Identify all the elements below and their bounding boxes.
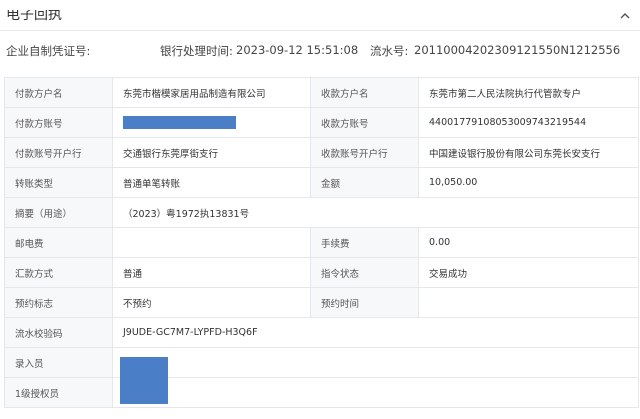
transfer-type-label: 转账类型 bbox=[4, 167, 113, 198]
table-row: 预约标志 不预约 预约时间 bbox=[4, 287, 639, 318]
panel-header[interactable]: 电子回执 bbox=[0, 0, 640, 31]
table-row: 汇款方式 普通 指令状态 交易成功 bbox=[4, 257, 639, 288]
table-row: 转账类型 普通单笔转账 金额 10,050.00 bbox=[4, 167, 639, 198]
payee-account-label: 收款方账号 bbox=[310, 107, 419, 138]
table-row: 付款方户名 东莞市楷模家居用品制造有限公司 收款方户名 东莞市第二人民法院执行代… bbox=[4, 77, 639, 108]
remit-method-label: 汇款方式 bbox=[4, 257, 113, 288]
redaction-block bbox=[123, 116, 236, 129]
amount-label: 金额 bbox=[310, 167, 419, 198]
level1-authorizer-label: 1级授权员 bbox=[4, 377, 113, 408]
table-row: 流水校验码 J9UDE-GC7M7-LYPFD-H3Q6F bbox=[4, 317, 639, 348]
postage-fee-value bbox=[112, 227, 311, 258]
panel-title: 电子回执 bbox=[6, 7, 62, 23]
reservation-time-label: 预约时间 bbox=[310, 287, 419, 318]
reservation-flag-value: 不预约 bbox=[112, 287, 311, 318]
electronic-receipt-panel: 电子回执 企业自制凭证号: 银行处理时间: 2023-09-12 15:51:0… bbox=[0, 0, 640, 419]
table-row: 付款方账号 收款方账号 44001779108053009743219544 bbox=[4, 107, 639, 138]
payer-account-value bbox=[112, 107, 311, 138]
table-row: 录入员 bbox=[4, 347, 639, 378]
postage-fee-label: 邮电费 bbox=[4, 227, 113, 258]
handling-fee-value: 0.00 bbox=[418, 227, 639, 258]
summary-label: 摘要（用途） bbox=[4, 197, 113, 228]
verification-code-label: 流水校验码 bbox=[4, 317, 113, 348]
payee-name-label: 收款方户名 bbox=[310, 77, 419, 108]
serial-label: 流水号: bbox=[370, 44, 409, 58]
reservation-flag-label: 预约标志 bbox=[4, 287, 113, 318]
voucher-label: 企业自制凭证号: bbox=[6, 44, 91, 58]
handling-fee-label: 手续费 bbox=[310, 227, 419, 258]
payer-account-label: 付款方账号 bbox=[4, 107, 113, 138]
payee-bank-value: 中国建设银行股份有限公司东莞长安支行 bbox=[418, 137, 639, 168]
serial-value: 20110004202309121550N1212556 bbox=[414, 43, 621, 57]
receipt-detail-table: 付款方户名 东莞市楷模家居用品制造有限公司 收款方户名 东莞市第二人民法院执行代… bbox=[4, 77, 639, 408]
transfer-type-value: 普通单笔转账 bbox=[112, 167, 311, 198]
reservation-time-value bbox=[418, 287, 639, 318]
summary-value: （2023）粤1972执13831号 bbox=[112, 197, 639, 228]
table-row: 付款账号开户行 交通银行东莞厚街支行 收款账号开户行 中国建设银行股份有限公司东… bbox=[4, 137, 639, 168]
receipt-info-row: 企业自制凭证号: 银行处理时间: 2023-09-12 15:51:08 流水号… bbox=[0, 43, 640, 61]
instruction-status-value: 交易成功 bbox=[418, 257, 639, 288]
payee-name-value: 东莞市第二人民法院执行代管款专户 bbox=[418, 77, 639, 108]
payer-name-label: 付款方户名 bbox=[4, 77, 113, 108]
table-row: 邮电费 手续费 0.00 bbox=[4, 227, 639, 258]
processing-time-value: 2023-09-12 15:51:08 bbox=[236, 43, 359, 57]
payer-bank-label: 付款账号开户行 bbox=[4, 137, 113, 168]
instruction-status-label: 指令状态 bbox=[310, 257, 419, 288]
table-row: 1级授权员 bbox=[4, 377, 639, 408]
verification-code-value: J9UDE-GC7M7-LYPFD-H3Q6F bbox=[112, 317, 639, 348]
entry-clerk-label: 录入员 bbox=[4, 347, 113, 378]
level1-authorizer-value bbox=[112, 377, 639, 408]
entry-clerk-value bbox=[112, 347, 639, 378]
payer-bank-value: 交通银行东莞厚街支行 bbox=[112, 137, 311, 168]
chevron-up-icon[interactable] bbox=[618, 9, 632, 23]
amount-value: 10,050.00 bbox=[418, 167, 639, 198]
processing-time-label: 银行处理时间: bbox=[160, 44, 233, 58]
payee-bank-label: 收款账号开户行 bbox=[310, 137, 419, 168]
payee-account-value: 44001779108053009743219544 bbox=[418, 107, 639, 138]
payer-name-value: 东莞市楷模家居用品制造有限公司 bbox=[112, 77, 311, 108]
redaction-block bbox=[120, 357, 168, 404]
remit-method-value: 普通 bbox=[112, 257, 311, 288]
table-row: 摘要（用途） （2023）粤1972执13831号 bbox=[4, 197, 639, 228]
